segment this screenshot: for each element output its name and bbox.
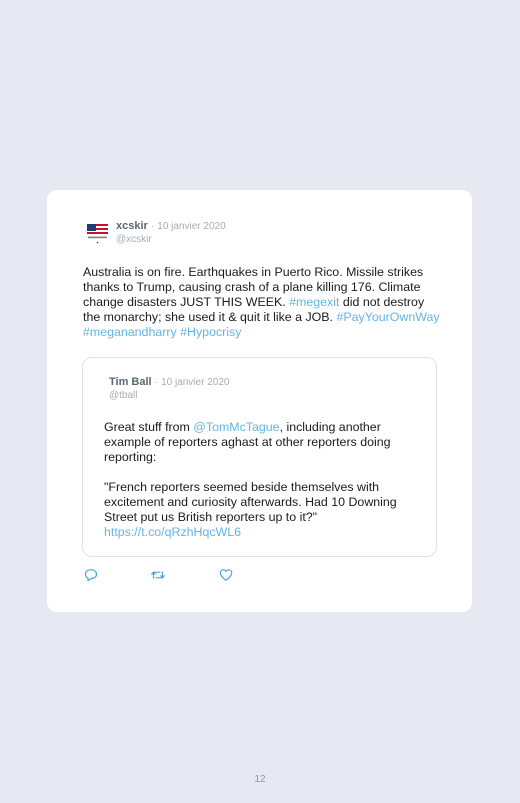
inline-link[interactable]: @TomMcTague xyxy=(193,420,279,434)
author-handle[interactable]: @xcskir xyxy=(116,234,226,246)
quoted-date: 10 janvier 2020 xyxy=(161,377,230,388)
text-segment: "French reporters seemed beside themselv… xyxy=(104,480,397,524)
quoted-author-handle[interactable]: @tball xyxy=(109,390,229,402)
tweet-date: 10 janvier 2020 xyxy=(157,221,226,232)
quoted-tweet[interactable]: Tim Ball · 10 janvier 2020 @tball Great … xyxy=(82,357,437,557)
meta-separator: · xyxy=(150,221,155,232)
retweet-icon[interactable] xyxy=(150,567,166,583)
page-number: 12 xyxy=(254,774,266,785)
flag-logo-icon xyxy=(83,218,112,247)
quoted-text: Great stuff from @TomMcTague, including … xyxy=(104,420,424,540)
quoted-paragraph: "French reporters seemed beside themselv… xyxy=(104,480,424,540)
inline-link[interactable]: #megexit xyxy=(289,295,339,309)
tweet-author: xcskir · 10 janvier 2020 @xcskir xyxy=(116,220,226,246)
inline-link[interactable]: #Hypocrisy xyxy=(180,325,241,339)
heart-icon[interactable] xyxy=(218,567,234,583)
author-name[interactable]: xcskir xyxy=(116,220,148,232)
quoted-author-name[interactable]: Tim Ball xyxy=(109,376,152,388)
quoted-author: Tim Ball · 10 janvier 2020 @tball xyxy=(109,376,229,402)
avatar[interactable] xyxy=(83,218,112,247)
tweet-card: xcskir · 10 janvier 2020 @xcskir Austral… xyxy=(47,190,472,612)
inline-link[interactable]: #PayYourOwnWay xyxy=(336,310,439,324)
inline-link[interactable]: #meganandharry xyxy=(83,325,177,339)
quoted-paragraph: Great stuff from @TomMcTague, including … xyxy=(104,420,424,465)
inline-link[interactable]: https://t.co/qRzhHqcWL6 xyxy=(104,525,241,539)
tweet-text: Australia is on fire. Earthquakes in Pue… xyxy=(83,265,443,340)
meta-separator: · xyxy=(154,377,158,388)
text-segment: Great stuff from xyxy=(104,420,194,434)
reply-icon[interactable] xyxy=(83,567,99,583)
